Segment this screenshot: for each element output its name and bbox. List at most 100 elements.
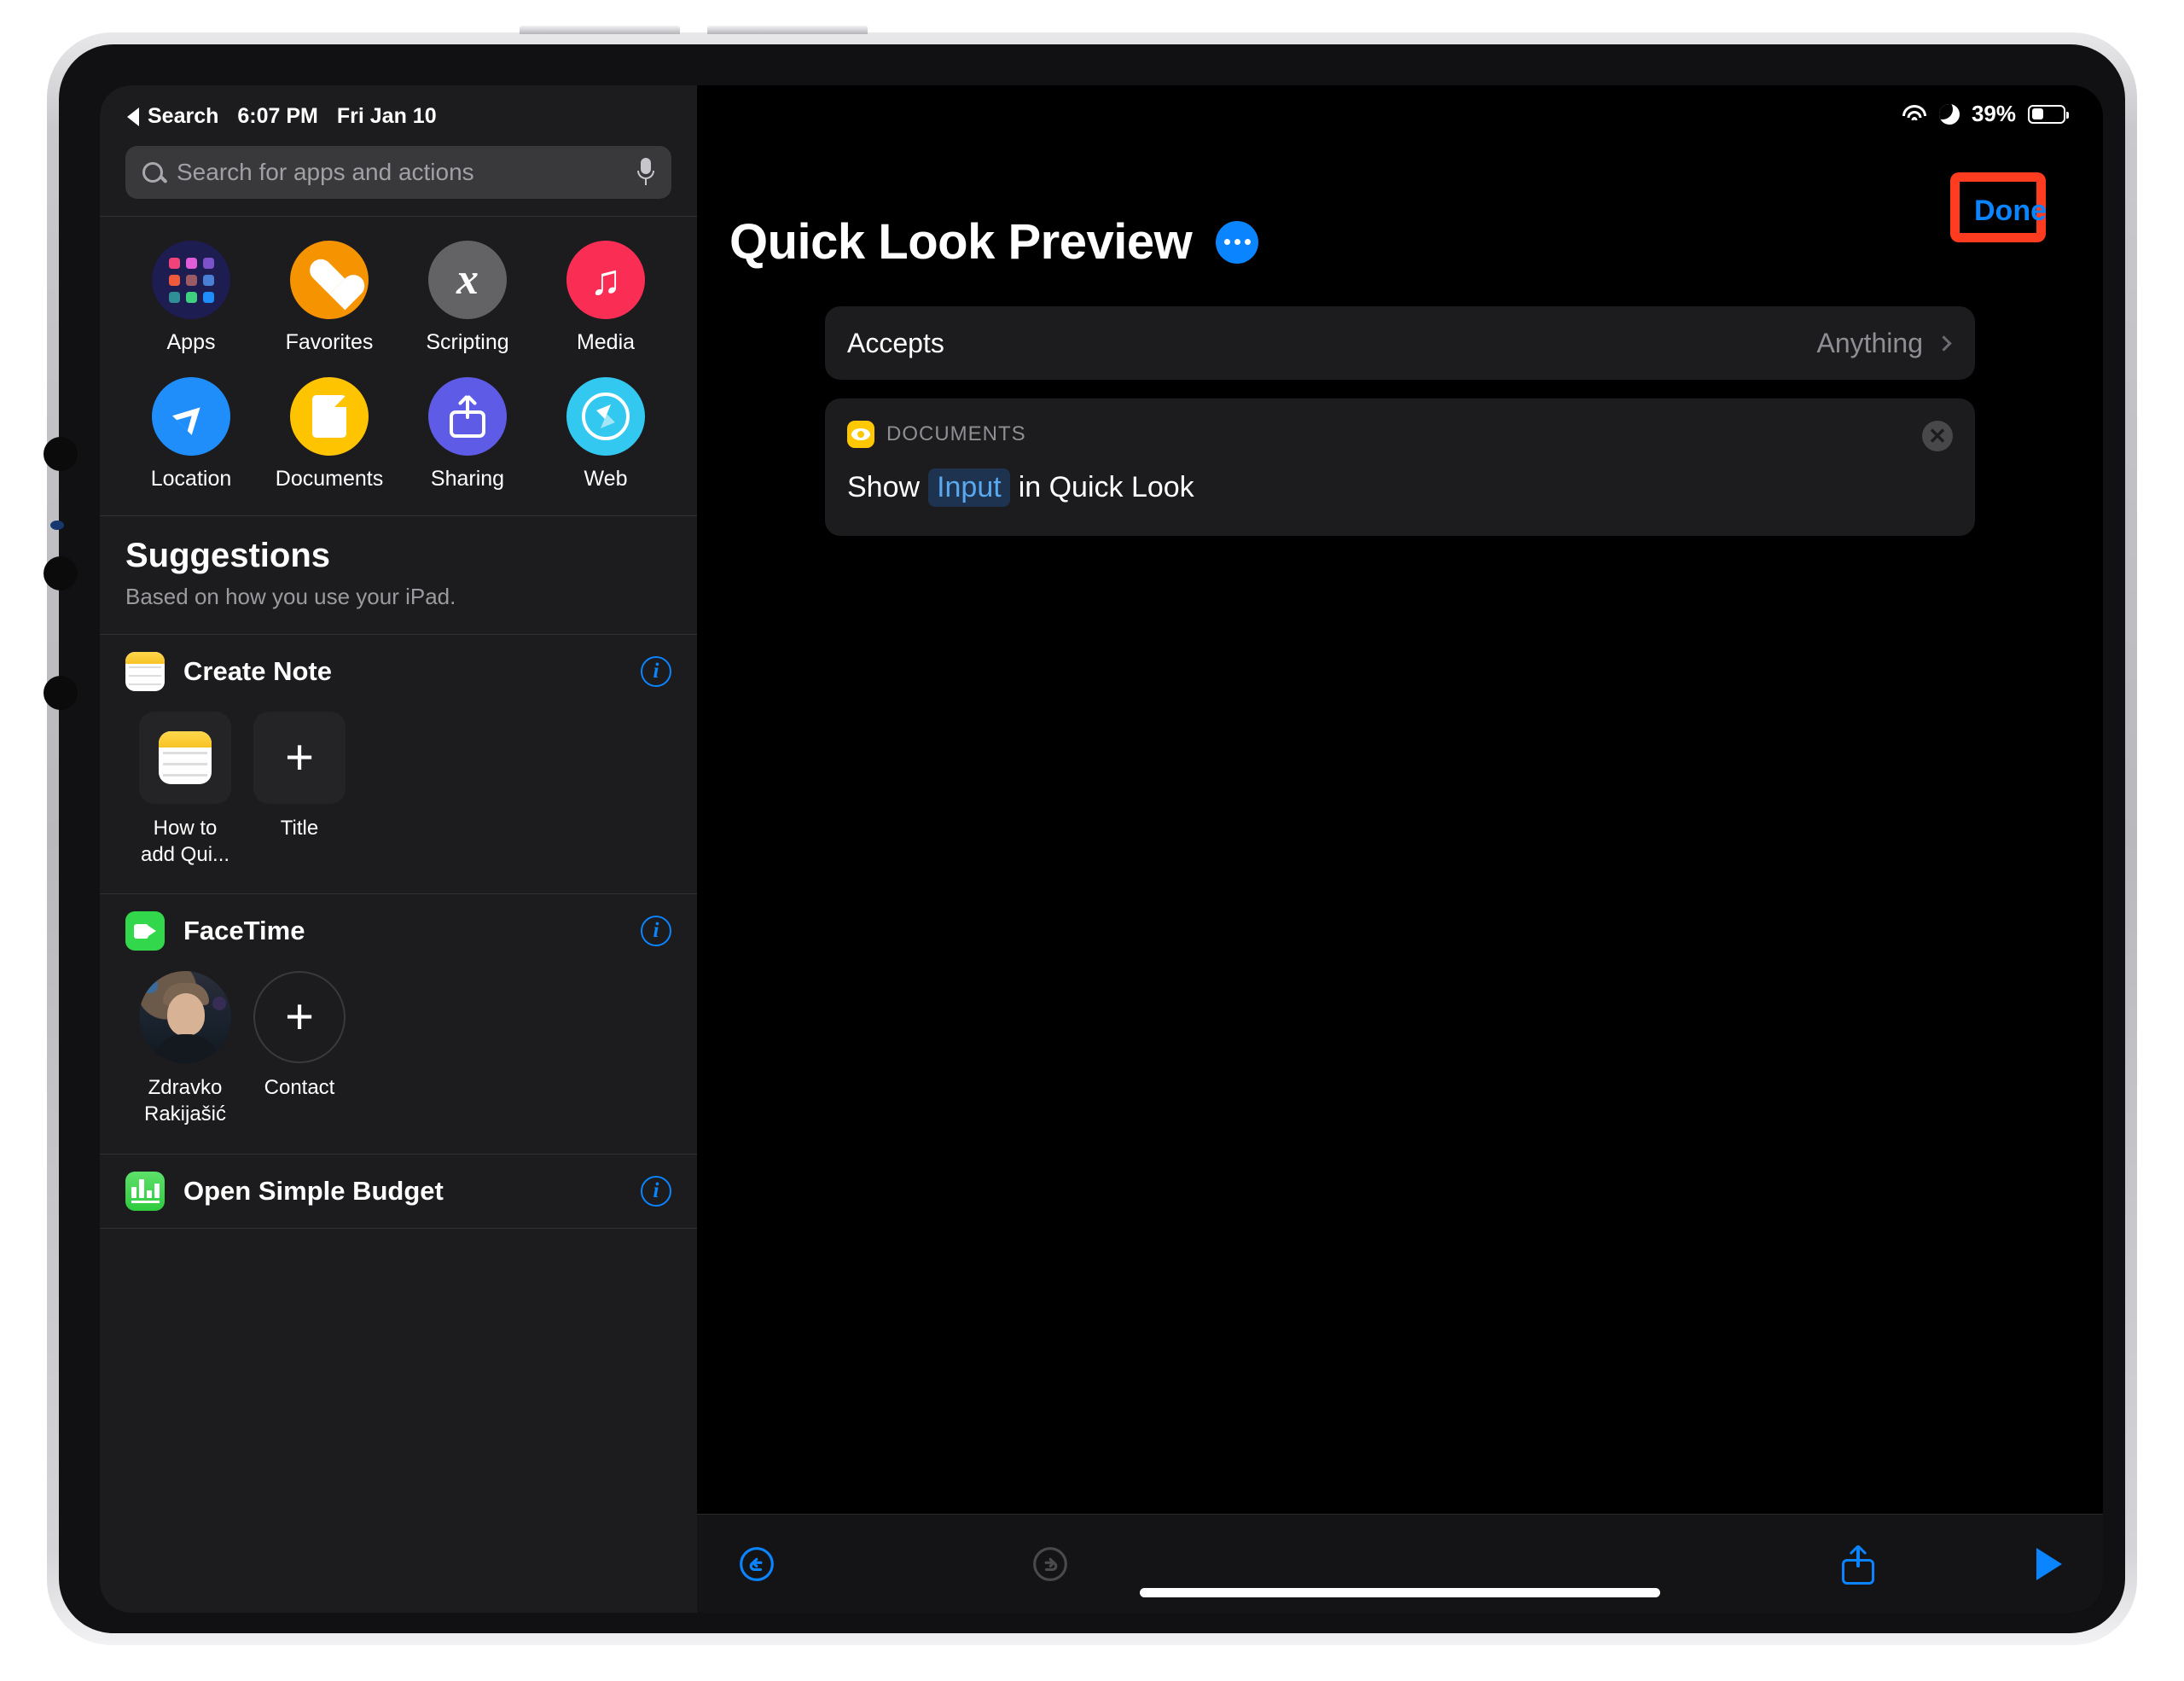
heart-icon <box>290 241 369 319</box>
search-icon <box>142 162 163 183</box>
plus-icon: + <box>285 729 314 785</box>
suggestion-tiles: How to add Qui... + Title <box>100 708 697 893</box>
shortcut-editor-panel: 39% Done Quick Look Preview Accepts Anyt… <box>697 85 2103 1613</box>
accepts-row[interactable]: Accepts Anything <box>825 306 1975 380</box>
sidebar-empty-area <box>100 1227 697 1613</box>
suggestion-tile-contact[interactable]: Zdravko Rakijašić <box>139 971 231 1127</box>
volume-down-button[interactable] <box>707 26 868 34</box>
battery-percent: 39% <box>1971 101 2016 126</box>
suggestion-row[interactable]: Open Simple Budget i <box>100 1155 697 1228</box>
shortcut-title-row: Quick Look Preview <box>697 85 2103 270</box>
suggestion-name: Open Simple Budget <box>183 1175 444 1206</box>
sidebar-status-line: Search 6:07 PM Fri Jan 10 <box>100 85 697 141</box>
category-location[interactable]: Location <box>122 362 260 492</box>
search-placeholder: Search for apps and actions <box>177 159 474 185</box>
editor-empty-area <box>697 536 2103 1514</box>
category-label: Sharing <box>430 467 505 491</box>
sensor-dot <box>44 556 78 590</box>
category-label: Apps <box>166 330 216 354</box>
back-label: Search <box>148 104 219 128</box>
category-grid: Apps Favorites x Scripting ♫ Media Locat… <box>100 216 697 515</box>
category-label: Scripting <box>426 330 509 354</box>
shortcuts-sidebar: Search 6:07 PM Fri Jan 10 Search for app… <box>100 85 697 1613</box>
suggestion-row[interactable]: Create Note i <box>100 635 697 708</box>
sensor-dot <box>44 676 78 710</box>
info-icon[interactable]: i <box>641 916 671 947</box>
plus-icon: + <box>285 989 314 1045</box>
ipad-screen: Search 6:07 PM Fri Jan 10 Search for app… <box>100 85 2103 1613</box>
suggestion-name: FaceTime <box>183 916 305 946</box>
suggestions-title: Suggestions <box>125 537 331 574</box>
page-title: Quick Look Preview <box>729 214 1193 270</box>
tile-label: How to add Qui... <box>140 817 230 866</box>
done-button-wrapper: Done <box>1950 172 2047 242</box>
action-token-input[interactable]: Input <box>928 468 1010 507</box>
tile-label: Title <box>280 817 319 840</box>
category-label: Web <box>584 467 628 491</box>
microphone-icon[interactable] <box>637 158 654 187</box>
document-icon <box>290 377 369 456</box>
category-label: Media <box>576 330 636 354</box>
category-label: Location <box>150 467 232 491</box>
suggestion-row[interactable]: FaceTime i <box>100 894 697 968</box>
undo-icon[interactable] <box>738 1545 775 1583</box>
play-icon[interactable] <box>2036 1547 2062 1580</box>
volume-up-button[interactable] <box>520 26 680 34</box>
info-icon[interactable]: i <box>641 656 671 687</box>
search-input[interactable]: Search for apps and actions <box>125 146 671 199</box>
category-favorites[interactable]: Favorites <box>260 225 398 355</box>
suggestion-tile-add[interactable]: + Title <box>253 712 346 868</box>
chevron-right-icon <box>1936 334 1952 352</box>
action-text-after: in Quick Look <box>1018 471 1194 503</box>
category-sharing[interactable]: Sharing <box>398 362 537 492</box>
category-documents[interactable]: Documents <box>260 362 398 492</box>
category-web[interactable]: Web <box>537 362 675 492</box>
moon-icon <box>1938 103 1960 125</box>
tile-icon-box <box>139 712 231 804</box>
suggestion-name: Create Note <box>183 656 332 686</box>
action-card-quick-look[interactable]: DOCUMENTS Show Input in Quick Look ✕ <box>825 398 1975 536</box>
contact-avatar <box>139 971 231 1064</box>
sensor-indicator <box>50 521 64 530</box>
done-button[interactable]: Done <box>1974 195 2047 227</box>
accepts-label: Accepts <box>847 327 944 358</box>
suggestions-header: Suggestions Based on how you use your iP… <box>100 515 697 634</box>
numbers-app-icon <box>125 1171 165 1211</box>
redo-icon[interactable] <box>1031 1545 1069 1583</box>
status-time: 6:07 PM <box>237 104 318 128</box>
status-bar-right: 39% <box>1902 101 2069 127</box>
share-icon <box>428 377 507 456</box>
info-icon[interactable]: i <box>641 1175 671 1207</box>
battery-icon <box>2028 104 2069 124</box>
ellipsis-badge-icon[interactable] <box>1216 220 1259 264</box>
action-text-before: Show <box>847 471 921 503</box>
category-scripting[interactable]: x Scripting <box>398 225 537 355</box>
category-label: Documents <box>275 467 384 491</box>
suggestion-tile-add-contact[interactable]: + Contact <box>253 971 346 1127</box>
category-media[interactable]: ♫ Media <box>537 225 675 355</box>
suggestion-tiles: Zdravko Rakijašić + Contact <box>100 968 697 1153</box>
apps-grid-icon <box>152 241 230 319</box>
category-label: Favorites <box>285 330 374 354</box>
ipad-bezel: Search 6:07 PM Fri Jan 10 Search for app… <box>44 26 2125 1633</box>
suggestion-section-facetime: FaceTime i Zdravko Rakijašić + Contact <box>100 893 697 1153</box>
close-icon[interactable]: ✕ <box>1922 421 1953 451</box>
notes-app-icon <box>125 652 165 691</box>
action-card-header: DOCUMENTS <box>847 421 1953 448</box>
x-variable-icon: x <box>428 241 507 319</box>
accepts-value: Anything <box>1816 327 1923 358</box>
suggestion-tile[interactable]: How to add Qui... <box>139 712 231 868</box>
facetime-app-icon <box>125 911 165 951</box>
home-indicator[interactable] <box>1140 1588 1660 1597</box>
notes-app-icon <box>159 731 212 784</box>
share-icon[interactable] <box>1842 1544 1874 1585</box>
ipad-device-frame: Search 6:07 PM Fri Jan 10 Search for app… <box>44 26 2137 1645</box>
tile-icon-box: + <box>253 712 346 804</box>
navigation-arrow-icon <box>152 377 230 456</box>
editor-toolbar <box>697 1514 2103 1613</box>
category-apps[interactable]: Apps <box>122 225 260 355</box>
tile-label: Contact <box>264 1076 335 1100</box>
front-camera <box>44 437 78 471</box>
suggestion-section-open-simple-budget: Open Simple Budget i <box>100 1153 697 1228</box>
back-to-search-button[interactable]: Search <box>127 104 218 129</box>
